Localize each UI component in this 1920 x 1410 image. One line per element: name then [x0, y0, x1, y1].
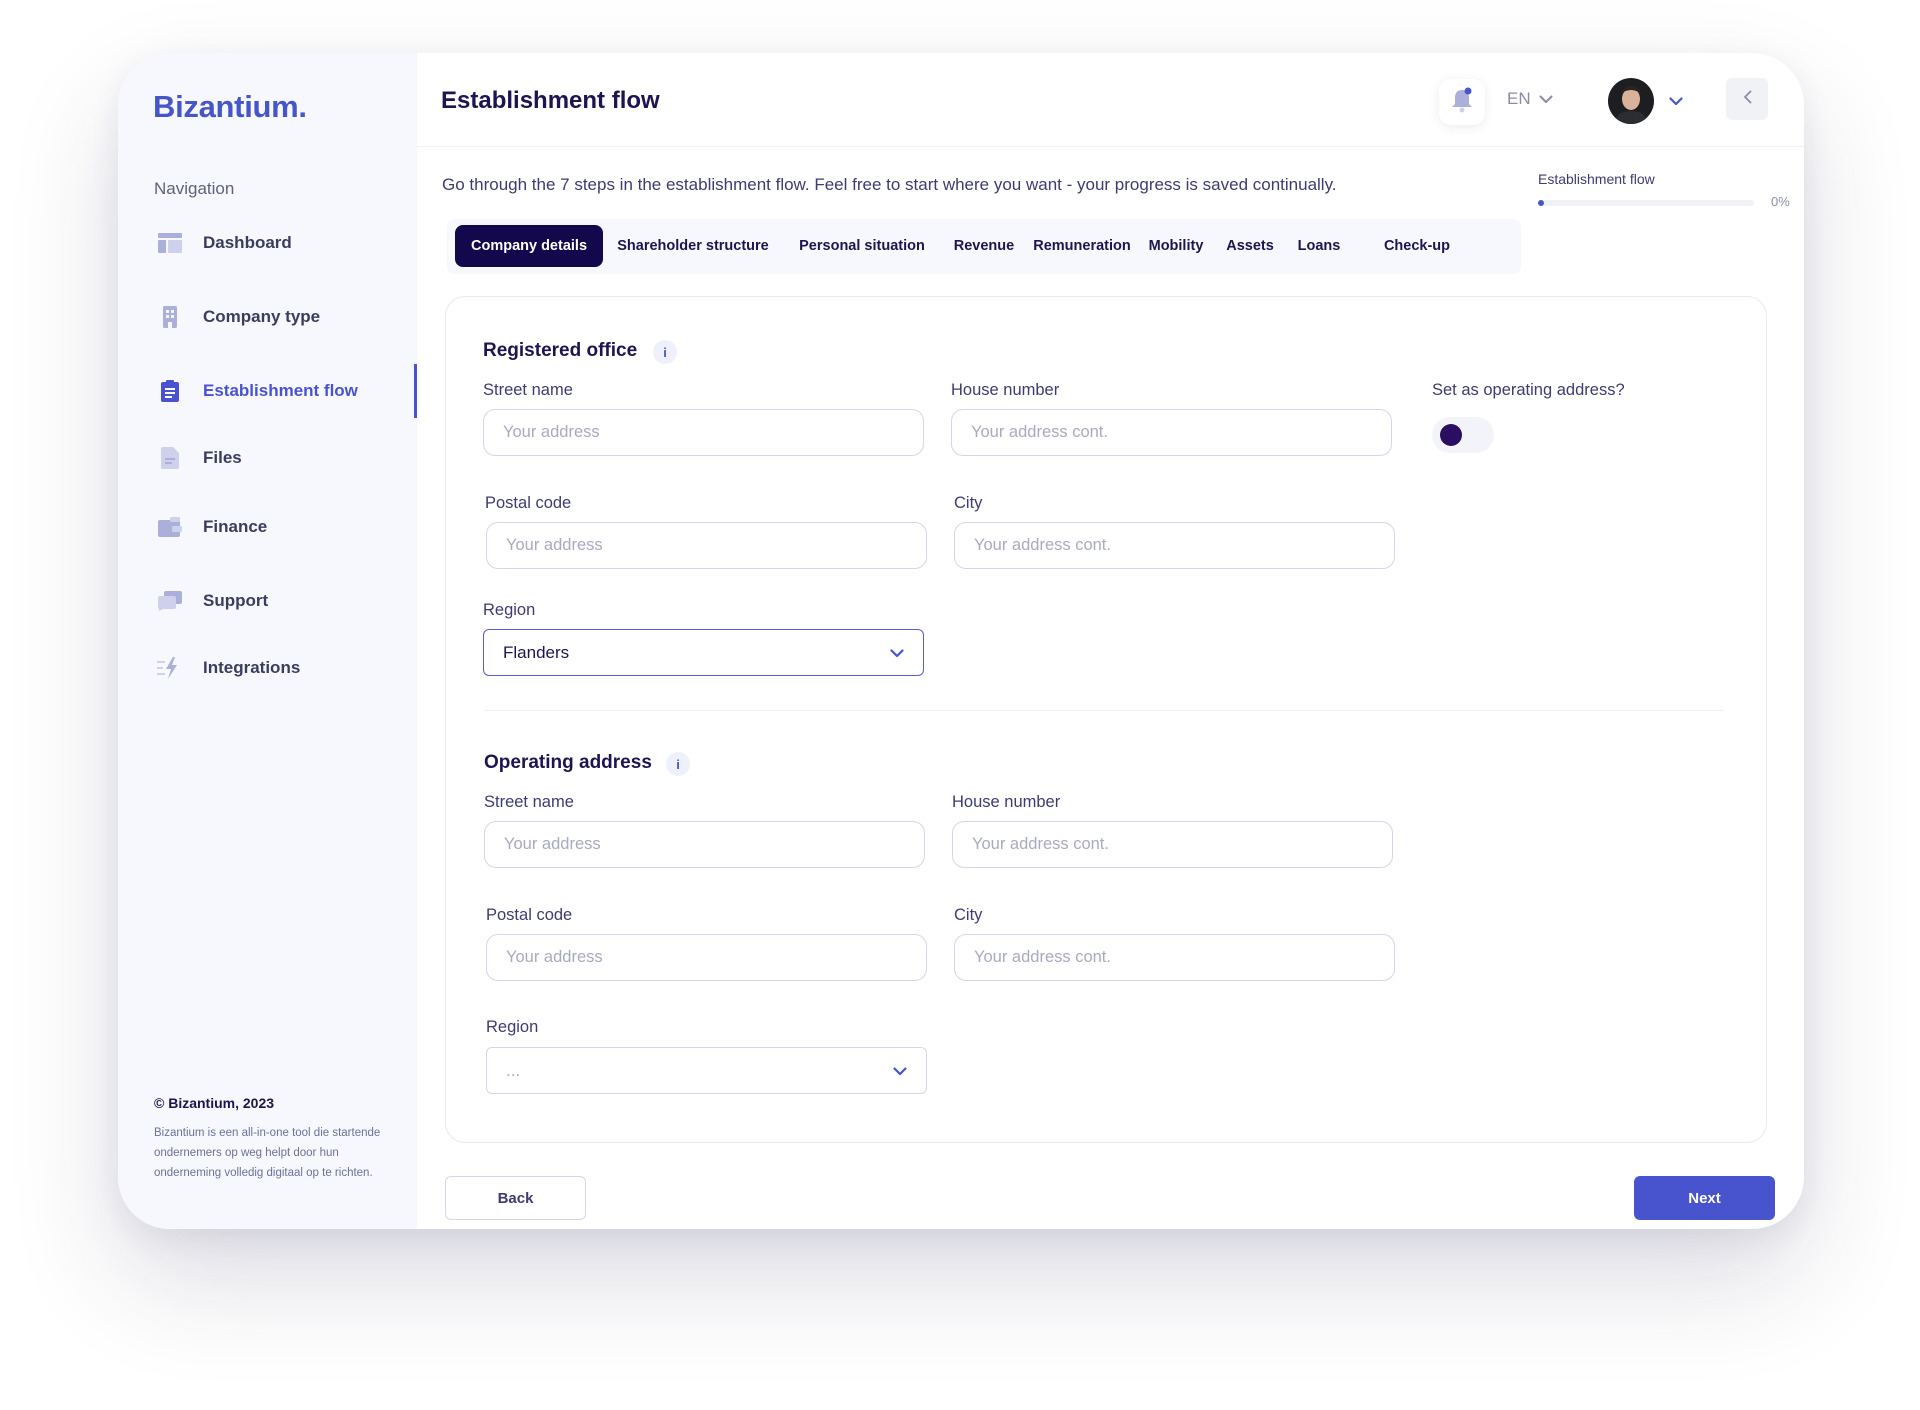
logo[interactable]: Bizantium.	[153, 89, 307, 125]
tab-assets[interactable]: Assets	[1218, 225, 1282, 267]
notifications-button[interactable]	[1439, 79, 1485, 125]
next-button[interactable]: Next	[1634, 1176, 1775, 1220]
section-divider	[484, 710, 1724, 711]
operating-address-toggle[interactable]	[1432, 417, 1494, 453]
language-label: EN	[1507, 89, 1531, 108]
sidebar-item-integrations[interactable]: Integrations	[118, 641, 417, 695]
chevron-down-icon	[890, 643, 904, 663]
language-selector[interactable]: EN	[1507, 89, 1553, 109]
building-icon	[156, 303, 184, 331]
region-select[interactable]: Flanders	[483, 629, 924, 676]
region-select-value: ...	[506, 1060, 521, 1080]
street-name-label: Street name	[484, 793, 574, 811]
avatar[interactable]	[1608, 78, 1654, 124]
lightning-icon	[156, 654, 184, 682]
region-select[interactable]: ...	[486, 1047, 927, 1094]
intro-text: Go through the 7 steps in the establishm…	[442, 175, 1337, 194]
progress-fill	[1538, 200, 1544, 206]
back-button[interactable]: Back	[445, 1176, 586, 1220]
city-label: City	[954, 906, 983, 924]
progress-label: Establishment flow	[1538, 171, 1655, 187]
progress-widget: Establishment flow 0%	[1538, 171, 1790, 209]
house-number-input[interactable]	[951, 409, 1392, 456]
chevron-left-icon	[1743, 90, 1752, 109]
house-number-label: House number	[951, 381, 1060, 399]
sidebar-item-label: Company type	[203, 307, 321, 326]
house-number-label: House number	[952, 793, 1061, 811]
page-title: Establishment flow	[441, 87, 660, 114]
step-tabs: Company details Shareholder structure Pe…	[447, 219, 1521, 274]
tab-personal-situation[interactable]: Personal situation	[787, 225, 937, 267]
region-label: Region	[486, 1018, 539, 1036]
region-select-value: Flanders	[503, 642, 570, 662]
tab-mobility[interactable]: Mobility	[1141, 225, 1211, 267]
sidebar-item-label: Integrations	[203, 658, 301, 677]
tab-remuneration[interactable]: Remuneration	[1027, 225, 1137, 267]
postal-code-input[interactable]	[486, 522, 927, 569]
chevron-down-icon	[893, 1061, 907, 1081]
copyright: © Bizantium, 2023	[154, 1095, 275, 1111]
dashboard-icon	[156, 229, 184, 257]
profile-menu-chevron-icon[interactable]	[1669, 93, 1683, 111]
tab-check-up[interactable]: Check-up	[1373, 225, 1461, 267]
sidebar-item-finance[interactable]: Finance	[118, 500, 417, 554]
sidebar-item-label: Establishment flow	[203, 381, 358, 400]
sidebar-item-label: Dashboard	[203, 233, 292, 252]
sidebar-item-label: Finance	[203, 517, 268, 536]
progress-track	[1538, 200, 1754, 206]
progress-percent: 0%	[1771, 194, 1790, 209]
tab-revenue[interactable]: Revenue	[946, 225, 1022, 267]
wallet-icon	[156, 513, 184, 541]
clipboard-icon	[156, 377, 184, 405]
postal-code-label: Postal code	[486, 906, 573, 924]
tab-shareholder-structure[interactable]: Shareholder structure	[609, 225, 777, 267]
sidebar-item-label: Files	[203, 448, 242, 467]
app-window: Bizantium. Navigation Dashboard Company …	[118, 53, 1804, 1229]
sidebar-item-label: Support	[203, 591, 269, 610]
operating-address-title: Operating address	[484, 752, 652, 773]
bell-icon	[1451, 87, 1473, 118]
sidebar-item-establishment-flow[interactable]: Establishment flow	[118, 364, 417, 418]
city-input[interactable]	[954, 934, 1395, 981]
info-icon[interactable]: i	[653, 340, 677, 364]
form-card: Registered office i Street name House nu…	[445, 296, 1767, 1143]
nav-heading: Navigation	[154, 179, 235, 198]
postal-code-label: Postal code	[485, 494, 572, 512]
collapse-sidebar-button[interactable]	[1726, 78, 1768, 120]
chevron-down-icon	[1539, 89, 1553, 109]
sidebar: Bizantium. Navigation Dashboard Company …	[118, 53, 417, 1229]
tab-loans[interactable]: Loans	[1289, 225, 1349, 267]
toggle-knob	[1440, 424, 1462, 446]
street-name-label: Street name	[483, 381, 573, 399]
top-bar: Establishment flow EN	[417, 53, 1804, 147]
sidebar-item-company-type[interactable]: Company type	[118, 290, 417, 344]
operating-address-toggle-label: Set as operating address?	[1432, 381, 1625, 399]
sidebar-item-support[interactable]: Support	[118, 574, 417, 628]
region-label: Region	[483, 601, 536, 619]
chat-icon	[156, 587, 184, 615]
tab-company-details[interactable]: Company details	[455, 225, 603, 267]
house-number-input[interactable]	[952, 821, 1393, 868]
sidebar-item-files[interactable]: Files	[118, 431, 417, 485]
street-name-input[interactable]	[483, 409, 924, 456]
footer-description: Bizantium is een all-in-one tool die sta…	[154, 1127, 381, 1179]
street-name-input[interactable]	[484, 821, 925, 868]
file-icon	[156, 444, 184, 472]
main-content: Establishment flow EN Go through the 7 s…	[417, 53, 1804, 1229]
city-input[interactable]	[954, 522, 1395, 569]
city-label: City	[954, 494, 983, 512]
info-icon[interactable]: i	[666, 752, 690, 776]
postal-code-input[interactable]	[486, 934, 927, 981]
registered-office-title: Registered office	[483, 340, 638, 361]
sidebar-item-dashboard[interactable]: Dashboard	[118, 216, 417, 270]
